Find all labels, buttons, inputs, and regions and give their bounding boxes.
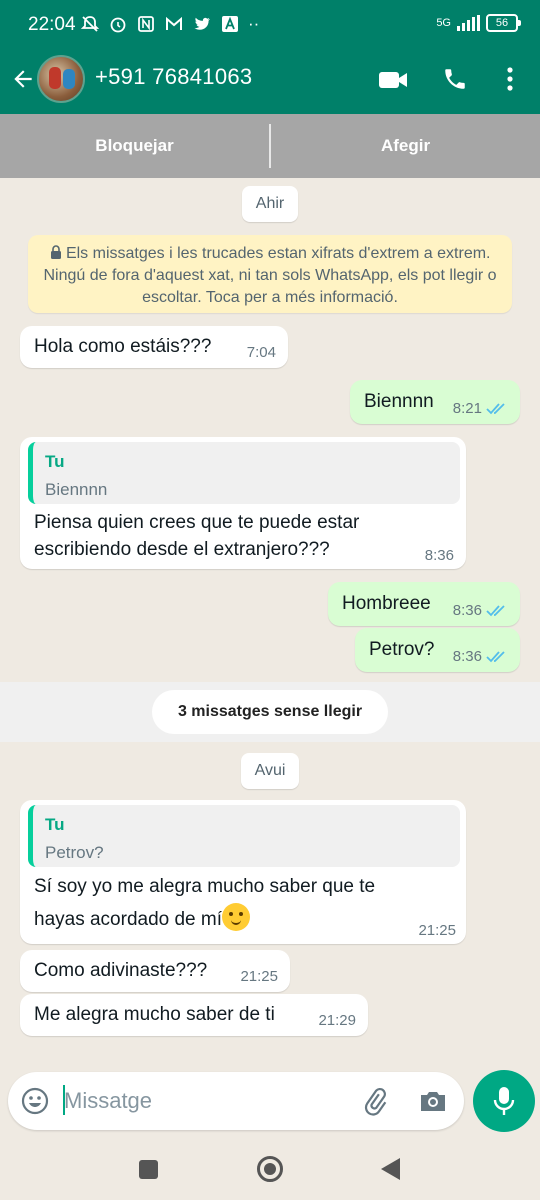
quoted-message[interactable]: Tu Biennnn: [28, 442, 460, 504]
back-arrow-icon[interactable]: [10, 66, 36, 92]
message-incoming-reply[interactable]: Tu Petrov? Sí soy yo me alegra mucho sab…: [20, 800, 466, 944]
message-incoming-reply[interactable]: Tu Biennnn Piensa quien crees que te pue…: [20, 437, 466, 569]
quote-text: Petrov?: [45, 843, 104, 862]
contact-name[interactable]: +591 76841063: [95, 64, 252, 90]
attach-icon[interactable]: [360, 1086, 390, 1116]
gmail-icon: [166, 16, 182, 30]
message-meta: 8:36: [453, 648, 508, 665]
chat-area[interactable]: Ahir Els missatges i les trucades estan …: [0, 178, 540, 1060]
message-time: 8:36: [452, 648, 482, 665]
more-vert-icon[interactable]: [500, 66, 520, 92]
message-outgoing[interactable]: Biennnn 8:21: [350, 380, 520, 424]
date-chip-today: Avui: [241, 753, 299, 789]
chat-header: +591 76841063: [0, 50, 540, 114]
quote-author: Tu: [45, 815, 65, 834]
message-text: Petrov?: [369, 639, 435, 660]
unread-count-pill: 3 missatges sense llegir: [152, 690, 388, 734]
battery-level: 56: [495, 17, 509, 29]
system-nav-bar: [0, 1140, 540, 1200]
message-meta: 8:21: [453, 400, 508, 417]
read-ticks-icon: [486, 604, 505, 616]
home-button[interactable]: [257, 1156, 283, 1182]
nav-back-button[interactable]: [381, 1158, 400, 1180]
notification-icons: ··: [80, 14, 259, 34]
unread-divider: 3 missatges sense llegir: [0, 682, 540, 742]
message-time: 21:25: [418, 922, 456, 939]
recents-button[interactable]: [139, 1160, 158, 1179]
hugging-face-emoji-icon: [222, 903, 251, 931]
phone-icon[interactable]: [442, 66, 468, 92]
message-text: Hombreee: [342, 593, 431, 614]
message-incoming[interactable]: Me alegra mucho saber de ti 21:29: [20, 994, 368, 1036]
message-time: 8:36: [424, 547, 454, 564]
message-text: Como adivinaste???: [34, 960, 208, 981]
app-a-icon: [222, 16, 238, 32]
alarm-icon: [110, 17, 126, 33]
status-time: 22:04: [28, 14, 76, 35]
message-text-line: hayas acordado de mí: [34, 909, 223, 930]
message-outgoing[interactable]: Hombreee 8:36: [328, 582, 520, 626]
message-time: 21:25: [240, 968, 278, 985]
read-ticks-icon: [486, 650, 505, 662]
mic-button[interactable]: [473, 1070, 535, 1132]
message-text-line: Piensa quien crees que te puede estar: [34, 512, 360, 533]
lock-icon: [50, 245, 61, 259]
status-bar: 22:04 ·· 5G 56: [0, 0, 540, 50]
twitter-icon: [194, 17, 210, 30]
camera-icon[interactable]: [418, 1087, 448, 1115]
mic-icon: [493, 1087, 515, 1115]
signal-icon: [457, 15, 480, 31]
composer-bar: [0, 1060, 540, 1140]
add-contact-button[interactable]: Afegir: [271, 114, 540, 178]
battery-icon: 56: [486, 14, 521, 32]
message-incoming[interactable]: Hola como estáis??? 7:04: [20, 326, 288, 368]
message-input-box[interactable]: [8, 1072, 464, 1130]
message-meta: 8:36: [453, 602, 508, 619]
message-text-line-wrap: hayas acordado de mí: [34, 903, 251, 934]
quote-author: Tu: [45, 452, 65, 471]
nfc-icon: [138, 16, 154, 32]
network-type: 5G: [436, 17, 451, 29]
message-time: 8:21: [452, 400, 482, 417]
quote-text: Biennnn: [45, 480, 108, 499]
date-chip-yesterday: Ahir: [242, 186, 298, 222]
message-outgoing[interactable]: Petrov? 8:36: [355, 628, 520, 672]
message-text-line: Sí soy yo me alegra mucho saber que te: [34, 876, 376, 897]
message-time: 7:04: [246, 344, 276, 361]
avatar[interactable]: [37, 55, 85, 103]
quoted-message[interactable]: Tu Petrov?: [28, 805, 460, 867]
message-time: 8:36: [452, 602, 482, 619]
message-time: 21:29: [318, 1012, 356, 1029]
status-right: 5G 56: [436, 14, 521, 32]
mute-bell-icon: [80, 16, 100, 32]
read-ticks-icon: [486, 402, 505, 414]
encryption-text: Els missatges i les trucades estan xifra…: [43, 245, 497, 306]
emoji-icon[interactable]: [20, 1086, 50, 1116]
message-text: Biennnn: [364, 391, 434, 412]
unknown-contact-bar: Bloquejar Afegir: [0, 114, 540, 178]
video-call-icon[interactable]: [378, 68, 408, 92]
message-text-line: escribiendo desde el extranjero???: [34, 539, 330, 560]
message-text: Me alegra mucho saber de ti: [34, 1004, 275, 1025]
more-notifications-icon: ··: [248, 14, 260, 33]
block-button[interactable]: Bloquejar: [0, 114, 269, 178]
message-input[interactable]: [64, 1084, 344, 1118]
encryption-notice[interactable]: Els missatges i les trucades estan xifra…: [28, 235, 512, 313]
message-incoming[interactable]: Como adivinaste??? 21:25: [20, 950, 290, 992]
message-text: Hola como estáis???: [34, 336, 212, 357]
